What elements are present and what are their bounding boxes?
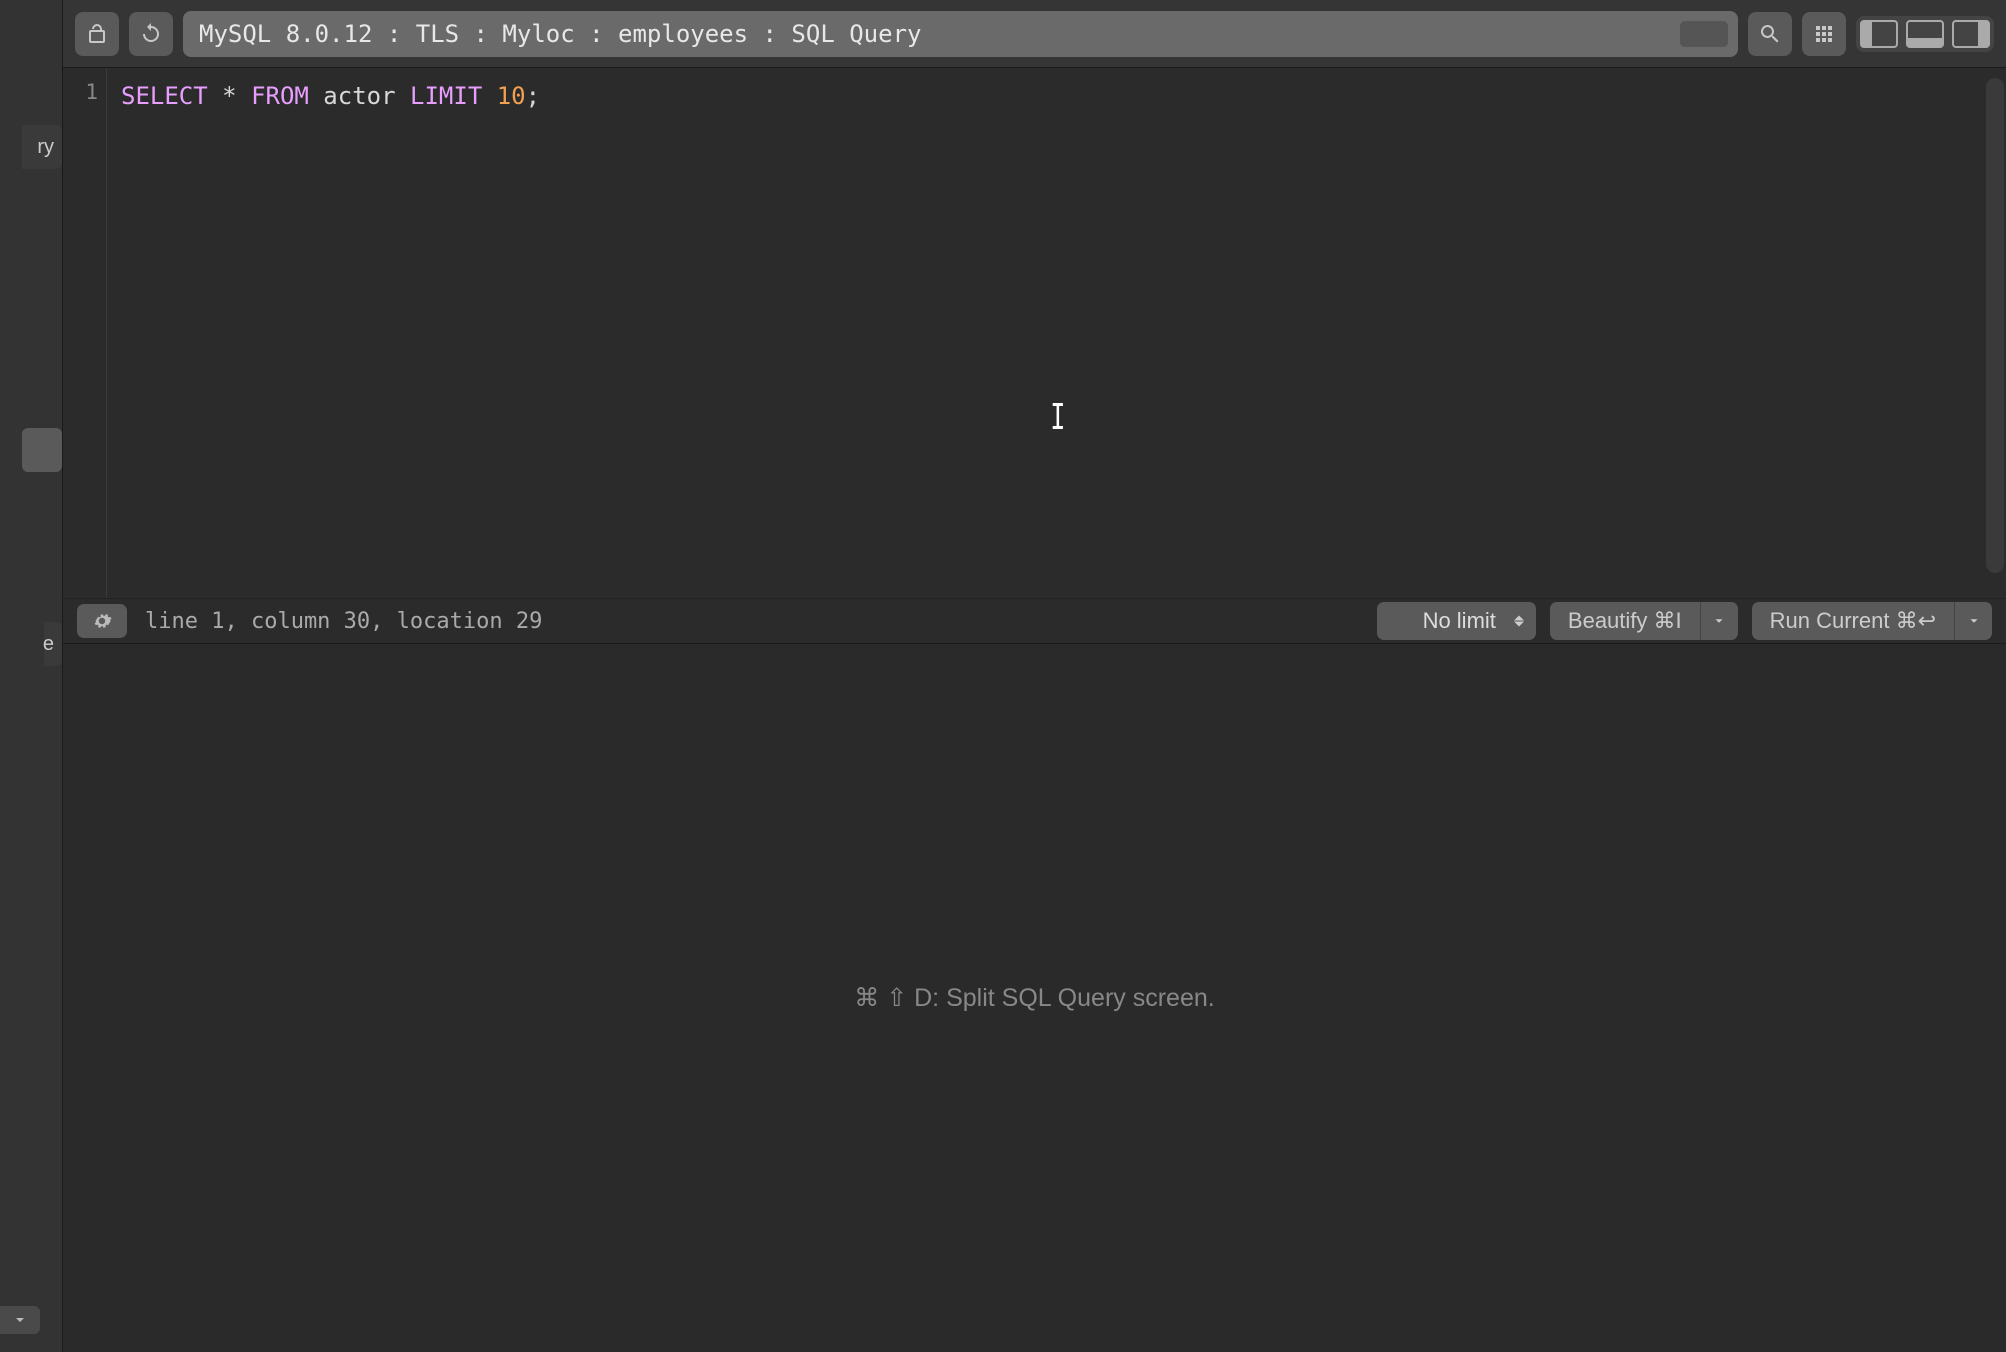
sidebar-item-label: ry bbox=[37, 136, 54, 159]
main-panel: MySQL 8.0.12 : TLS : Myloc : employees :… bbox=[63, 0, 2006, 1352]
panel-toggle-group bbox=[1856, 16, 1994, 52]
run-label: Run Current ⌘↩ bbox=[1770, 608, 1936, 633]
editor-area: 1 SELECT * FROM actor LIMIT 10; I line 1… bbox=[63, 68, 2006, 1352]
run-button[interactable]: Run Current ⌘↩ bbox=[1752, 602, 1954, 640]
sidebar-item-partial[interactable]: e bbox=[44, 622, 62, 666]
editor-statusbar: line 1, column 30, location 29 No limit … bbox=[63, 598, 2006, 644]
sql-token: * bbox=[208, 82, 251, 110]
address-text: MySQL 8.0.12 : TLS : Myloc : employees :… bbox=[199, 20, 921, 48]
search-button[interactable] bbox=[1748, 12, 1792, 56]
run-split-button: Run Current ⌘↩ bbox=[1752, 602, 1992, 640]
chevron-down-icon bbox=[1712, 614, 1726, 628]
results-hint-text: ⌘ ⇧ D: Split SQL Query screen. bbox=[854, 983, 1214, 1013]
toggle-bottom-panel[interactable] bbox=[1906, 20, 1944, 48]
address-bar[interactable]: MySQL 8.0.12 : TLS : Myloc : employees :… bbox=[183, 11, 1738, 57]
sql-identifier: actor bbox=[309, 82, 410, 110]
line-number: 1 bbox=[85, 80, 98, 104]
editor-settings-button[interactable] bbox=[77, 604, 127, 638]
sql-token: ; bbox=[526, 82, 540, 110]
lock-button[interactable] bbox=[75, 12, 119, 56]
address-shortcut-hint bbox=[1680, 21, 1728, 47]
sidebar: ry e bbox=[0, 0, 63, 1352]
updown-icon bbox=[1514, 616, 1524, 627]
refresh-button[interactable] bbox=[129, 12, 173, 56]
sql-keyword: SELECT bbox=[121, 82, 208, 110]
editor-scrollbar[interactable] bbox=[1986, 78, 2004, 573]
sql-keyword: LIMIT bbox=[410, 82, 482, 110]
text-cursor-icon: I bbox=[1050, 393, 1065, 443]
code-content[interactable]: SELECT * FROM actor LIMIT 10; I bbox=[107, 68, 2006, 598]
sql-token bbox=[482, 82, 496, 110]
sidebar-dropdown[interactable] bbox=[0, 1306, 40, 1334]
grid-icon bbox=[1812, 22, 1836, 46]
refresh-icon bbox=[139, 22, 163, 46]
chevron-down-icon bbox=[1967, 614, 1981, 628]
beautify-button[interactable]: Beautify ⌘I bbox=[1550, 602, 1700, 640]
results-panel: ⌘ ⇧ D: Split SQL Query screen. bbox=[63, 644, 2006, 1352]
sidebar-item-selected[interactable] bbox=[22, 428, 62, 472]
limit-select[interactable]: No limit bbox=[1377, 602, 1536, 640]
editor-gutter: 1 bbox=[63, 68, 107, 598]
lock-open-icon bbox=[85, 22, 109, 46]
toggle-right-panel[interactable] bbox=[1952, 20, 1990, 48]
grid-button[interactable] bbox=[1802, 12, 1846, 56]
sql-number: 10 bbox=[497, 82, 526, 110]
sql-keyword: FROM bbox=[251, 82, 309, 110]
limit-select-label: No limit bbox=[1423, 608, 1496, 634]
results-hint: ⌘ ⇧ D: Split SQL Query screen. bbox=[854, 983, 1214, 1013]
search-icon bbox=[1758, 22, 1782, 46]
sidebar-item-partial[interactable]: ry bbox=[22, 125, 62, 169]
beautify-split-button: Beautify ⌘I bbox=[1550, 602, 1738, 640]
beautify-dropdown[interactable] bbox=[1700, 602, 1738, 640]
cursor-position: line 1, column 30, location 29 bbox=[145, 609, 542, 634]
gear-icon bbox=[89, 608, 115, 634]
beautify-label: Beautify ⌘I bbox=[1568, 608, 1682, 633]
toggle-left-panel[interactable] bbox=[1860, 20, 1898, 48]
sidebar-item-label: e bbox=[43, 633, 54, 656]
sql-editor[interactable]: 1 SELECT * FROM actor LIMIT 10; I bbox=[63, 68, 2006, 598]
run-dropdown[interactable] bbox=[1954, 602, 1992, 640]
toolbar: MySQL 8.0.12 : TLS : Myloc : employees :… bbox=[63, 0, 2006, 68]
